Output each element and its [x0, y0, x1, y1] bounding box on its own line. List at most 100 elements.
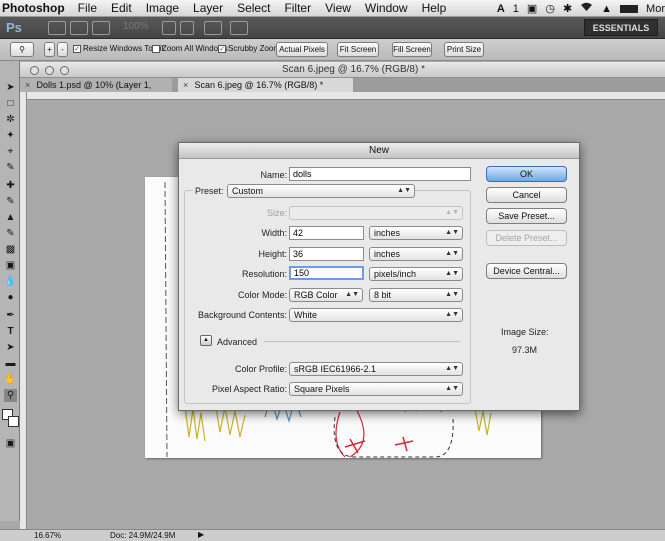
height-field[interactable]	[289, 247, 364, 261]
resolution-field[interactable]	[289, 266, 364, 280]
mini-bridge-icon[interactable]	[70, 21, 88, 35]
pixel-aspect-ratio-select[interactable]: Square Pixels ▲▼	[289, 382, 463, 396]
menu-image[interactable]: Image	[146, 1, 179, 15]
adobe-status-icon[interactable]: A	[497, 3, 505, 15]
clock-menu-text[interactable]: Mor	[646, 3, 665, 15]
battery-icon[interactable]	[620, 4, 639, 13]
status-menu-arrow-icon[interactable]: ▶	[198, 530, 204, 539]
history-brush-tool-icon[interactable]: ✎	[4, 227, 17, 240]
type-tool-icon[interactable]: T	[4, 325, 17, 338]
menu-file[interactable]: File	[78, 1, 97, 15]
fill-screen-button[interactable]: Fill Screen	[392, 42, 432, 57]
zoom-tool-preset-picker[interactable]: ⚲	[10, 42, 34, 57]
zoom-level-menu[interactable]: 100%	[123, 21, 149, 32]
workspace-switcher[interactable]: ESSENTIALS	[584, 19, 658, 36]
color-profile-select[interactable]: sRGB IEC61966-2.1 ▲▼	[289, 362, 463, 376]
menu-filter[interactable]: Filter	[284, 1, 311, 15]
resolution-label: Resolution:	[241, 269, 287, 279]
doc-size-info[interactable]: Doc: 24.9M/24.9M	[110, 531, 175, 540]
gradient-tool-icon[interactable]: ▣	[4, 259, 17, 272]
zoom-in-button[interactable]: +	[44, 42, 55, 57]
close-tab-icon[interactable]: ×	[183, 78, 192, 92]
quick-mask-icon[interactable]: ▣	[4, 437, 17, 450]
menu-select[interactable]: Select	[237, 1, 270, 15]
vertical-ruler[interactable]	[20, 92, 27, 529]
bluetooth-icon[interactable]: ✱	[563, 2, 572, 15]
crop-tool-icon[interactable]: ⌖	[4, 145, 17, 158]
app-menu[interactable]: Photoshop	[2, 1, 65, 15]
background-color-swatch[interactable]	[8, 416, 19, 427]
notification-count[interactable]: 1	[513, 3, 519, 15]
resize-windows-checkbox[interactable]: ✓ Resize Windows To Fit	[73, 44, 164, 53]
color-mode-label: Color Mode:	[237, 290, 287, 300]
view-extras-icon[interactable]	[92, 21, 110, 35]
brush-tool-icon[interactable]: ✎	[4, 195, 17, 208]
zoom-window-button[interactable]	[60, 66, 69, 75]
device-central-button[interactable]: Device Central...	[486, 263, 567, 279]
arrange-documents-icon[interactable]	[204, 21, 222, 35]
quick-selection-tool-icon[interactable]: ✦	[4, 129, 17, 142]
close-window-button[interactable]	[30, 66, 39, 75]
menu-edit[interactable]: Edit	[111, 1, 132, 15]
volume-icon[interactable]: ▲	[601, 3, 612, 15]
clone-stamp-tool-icon[interactable]: ▲	[4, 211, 17, 224]
cancel-button[interactable]: Cancel	[486, 187, 567, 203]
hand-tool-icon[interactable]	[162, 21, 176, 35]
ok-button[interactable]: OK	[486, 166, 567, 182]
menu-bar: Photoshop File Edit Image Layer Select F…	[0, 0, 665, 17]
pen-tool-icon[interactable]: ✒	[4, 309, 17, 322]
preset-select[interactable]: Custom ▲▼	[227, 184, 415, 198]
scrubby-zoom-checkbox[interactable]: ✓ Scrubby Zoom	[218, 44, 280, 53]
eyedropper-tool-icon[interactable]: ✎	[4, 161, 17, 174]
horizontal-ruler[interactable]	[27, 92, 665, 100]
background-contents-label: Background Contents:	[197, 310, 287, 320]
dodge-tool-icon[interactable]: ●	[4, 291, 17, 304]
zoom-out-button[interactable]: -	[57, 42, 68, 57]
lasso-tool-icon[interactable]: ✼	[4, 113, 17, 126]
menu-layer[interactable]: Layer	[193, 1, 223, 15]
screen-mode-icon[interactable]	[230, 21, 248, 35]
print-size-button[interactable]: Print Size	[444, 42, 484, 57]
close-tab-icon[interactable]: ×	[25, 78, 34, 92]
advanced-toggle-button[interactable]: ▲	[200, 335, 212, 346]
size-label: Size:	[266, 208, 287, 218]
wifi-icon[interactable]	[580, 2, 593, 15]
chevron-down-icon: ▲▼	[445, 229, 459, 236]
zoom-all-windows-checkbox[interactable]: Zoom All Windows	[152, 44, 228, 53]
image-size-label: Image Size:	[501, 327, 549, 337]
display-icon[interactable]: ▣	[527, 2, 537, 15]
move-tool-icon[interactable]: ➤	[4, 81, 17, 94]
path-selection-tool-icon[interactable]: ➤	[4, 341, 17, 354]
background-contents-select[interactable]: White ▲▼	[289, 308, 463, 322]
color-mode-select[interactable]: RGB Color ▲▼	[289, 288, 363, 302]
zoom-tool-icon[interactable]: ⚲	[4, 389, 17, 402]
name-field[interactable]	[289, 167, 471, 181]
chevron-down-icon: ▲▼	[445, 365, 459, 372]
menu-view[interactable]: View	[325, 1, 351, 15]
zoom-percentage[interactable]: 16.67%	[34, 531, 61, 540]
minimize-window-button[interactable]	[45, 66, 54, 75]
save-preset-button[interactable]: Save Preset...	[486, 208, 567, 224]
eraser-tool-icon[interactable]: ▩	[4, 243, 17, 256]
preset-label: Preset:	[193, 186, 226, 196]
tab-dolls-psd[interactable]: × Dolls 1.psd @ 10% (Layer 1, RGB/8) *	[20, 78, 172, 104]
delete-preset-button: Delete Preset...	[486, 230, 567, 246]
marquee-tool-icon[interactable]: □	[4, 97, 17, 110]
width-unit-select[interactable]: inches ▲▼	[369, 226, 463, 240]
blur-tool-icon[interactable]: 💧	[4, 275, 17, 288]
menu-window[interactable]: Window	[365, 1, 408, 15]
fit-screen-button[interactable]: Fit Screen	[337, 42, 379, 57]
tab-scan-6-jpeg[interactable]: × Scan 6.jpeg @ 16.7% (RGB/8) *	[178, 78, 353, 92]
hand-tool-icon[interactable]: ✋	[4, 373, 17, 386]
menu-help[interactable]: Help	[422, 1, 447, 15]
bit-depth-select[interactable]: 8 bit ▲▼	[369, 288, 463, 302]
clock-icon[interactable]: ◷	[545, 2, 555, 15]
actual-pixels-button[interactable]: Actual Pixels	[276, 42, 328, 57]
shape-tool-icon[interactable]: ▬	[4, 357, 17, 370]
bridge-icon[interactable]	[48, 21, 66, 35]
healing-brush-tool-icon[interactable]: ✚	[4, 179, 17, 192]
resolution-unit-select[interactable]: pixels/inch ▲▼	[369, 267, 463, 281]
rotate-view-icon[interactable]	[180, 21, 194, 35]
height-unit-select[interactable]: inches ▲▼	[369, 247, 463, 261]
width-field[interactable]	[289, 226, 364, 240]
